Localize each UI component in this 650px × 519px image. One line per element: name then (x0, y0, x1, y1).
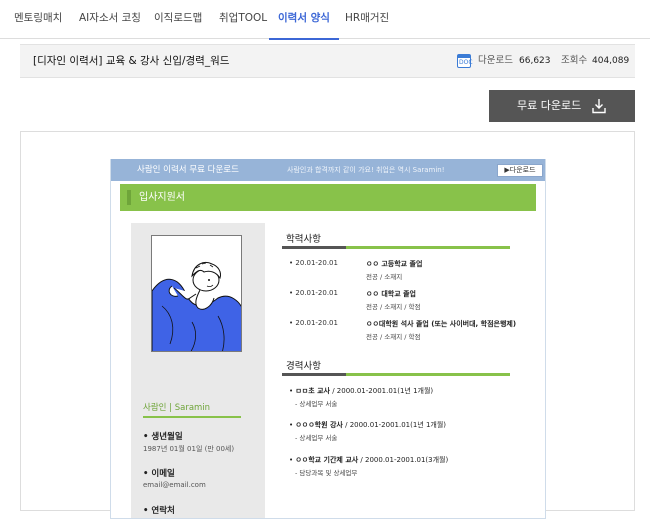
view-count: 404,089 (592, 56, 630, 66)
education-school: ㅇㅇ 대학교 졸업 (366, 290, 416, 298)
education-section-title: 학력사항 (286, 234, 321, 245)
free-download-button[interactable]: 무료 다운로드 (489, 90, 635, 122)
career-description: - 상세업무 서술 (295, 434, 338, 442)
document-title-bar: [디자인 이력서] 교육 & 강사 신입/경력_워드 DOC 다운로드 66,6… (20, 44, 635, 78)
career-title: ㅇㅇㅇ학원 강사 (295, 421, 343, 429)
tab-mentoring-match[interactable]: 멘토링매치 (14, 0, 62, 39)
name-divider (143, 416, 241, 418)
resume-profile-sidebar: 사람인 | Saramin 생년월일 1987년 01월 01일 (만 00세)… (131, 223, 265, 518)
document-title: [디자인 이력서] 교육 & 강사 신입/경력_워드 (33, 55, 230, 67)
banner-left-text: 사람인 이력서 무료 다운로드 (137, 165, 239, 175)
profile-illustration (151, 235, 242, 352)
birthdate-label: 생년월일 (143, 430, 182, 442)
career-entry: ㅇㅇ학교 기간제 교사 / 2000.01-2001.01(3개월) (289, 455, 448, 465)
education-detail: 전공 / 소재지 / 학점 (366, 333, 421, 341)
tab-career-roadmap[interactable]: 이직로드맵 (154, 0, 202, 39)
career-description: - 담당과목 및 상세업무 (295, 469, 358, 477)
resume-preview-frame: 사람인 이력서 무료 다운로드 사람인과 합격까지 같이 가요! 취업은 역시 … (20, 131, 635, 519)
career-entry: ㅁㅁ초 교사 / 2000.01-2001.01(1년 1개월) (289, 386, 433, 396)
doc-icon: DOC (457, 54, 473, 68)
saramin-banner: 사람인 이력서 무료 다운로드 사람인과 합격까지 같이 가요! 취업은 역시 … (111, 159, 545, 181)
career-divider (282, 373, 510, 376)
education-school: ㅇㅇ대학원 석사 졸업 (또는 사이버대, 학점은행제) (366, 320, 517, 328)
tab-resume-templates[interactable]: 이력서 양식 (269, 0, 339, 40)
resume-header-bar: 입사지원서 (120, 184, 536, 211)
education-date: 20.01-20.01 (289, 319, 338, 327)
resume-header-title: 입사지원서 (139, 192, 185, 203)
career-description: - 상세업무 서술 (295, 400, 338, 408)
career-period: / 2000.01-2001.01(1년 1개월) (342, 421, 447, 429)
free-download-label: 무료 다운로드 (517, 99, 582, 112)
education-detail: 전공 / 소재지 / 학점 (366, 303, 421, 311)
education-divider (282, 246, 510, 249)
career-period: / 2000.01-2001.01(3개월) (358, 456, 449, 464)
education-school: ㅇㅇ 고등학교 졸업 (366, 260, 423, 268)
career-period: / 2000.01-2001.01(1년 1개월) (330, 387, 434, 395)
career-title: ㅇㅇ학교 기간제 교사 (295, 456, 359, 464)
education-detail: 전공 / 소재지 (366, 273, 403, 281)
career-entry: ㅇㅇㅇ학원 강사 / 2000.01-2001.01(1년 1개월) (289, 420, 446, 430)
tab-job-tool[interactable]: 취업TOOL (219, 0, 267, 39)
download-icon (592, 99, 606, 114)
email-label: 이메일 (143, 467, 174, 479)
tab-ai-cover-letter[interactable]: AI자소서 코칭 (79, 0, 141, 39)
career-section-title: 경력사항 (286, 361, 321, 372)
banner-slogan: 사람인과 합격까지 같이 가요! 취업은 역시 Saramin! (287, 166, 445, 174)
applicant-name: 사람인 | Saramin (143, 403, 211, 413)
education-date: 20.01-20.01 (289, 259, 338, 267)
education-date: 20.01-20.01 (289, 289, 338, 297)
resume-document: 사람인 이력서 무료 다운로드 사람인과 합격까지 같이 가요! 취업은 역시 … (110, 159, 546, 519)
download-count-label: 다운로드 (478, 55, 513, 66)
view-count-label: 조회수 (561, 55, 588, 66)
phone-label: 연락처 (143, 504, 174, 516)
banner-download-button[interactable]: ▶다운로드 (497, 164, 543, 177)
birthdate-value: 1987년 01월 01일 (만 00세) (143, 445, 235, 453)
top-nav-tabs: 멘토링매치 AI자소서 코칭 이직로드맵 취업TOOL 이력서 양식 HR매거진 (0, 0, 650, 40)
email-value: email@email.com (143, 481, 206, 489)
career-title: ㅁㅁ초 교사 (295, 387, 330, 395)
download-count: 66,623 (519, 56, 551, 66)
tab-hr-magazine[interactable]: HR매거진 (345, 0, 389, 39)
